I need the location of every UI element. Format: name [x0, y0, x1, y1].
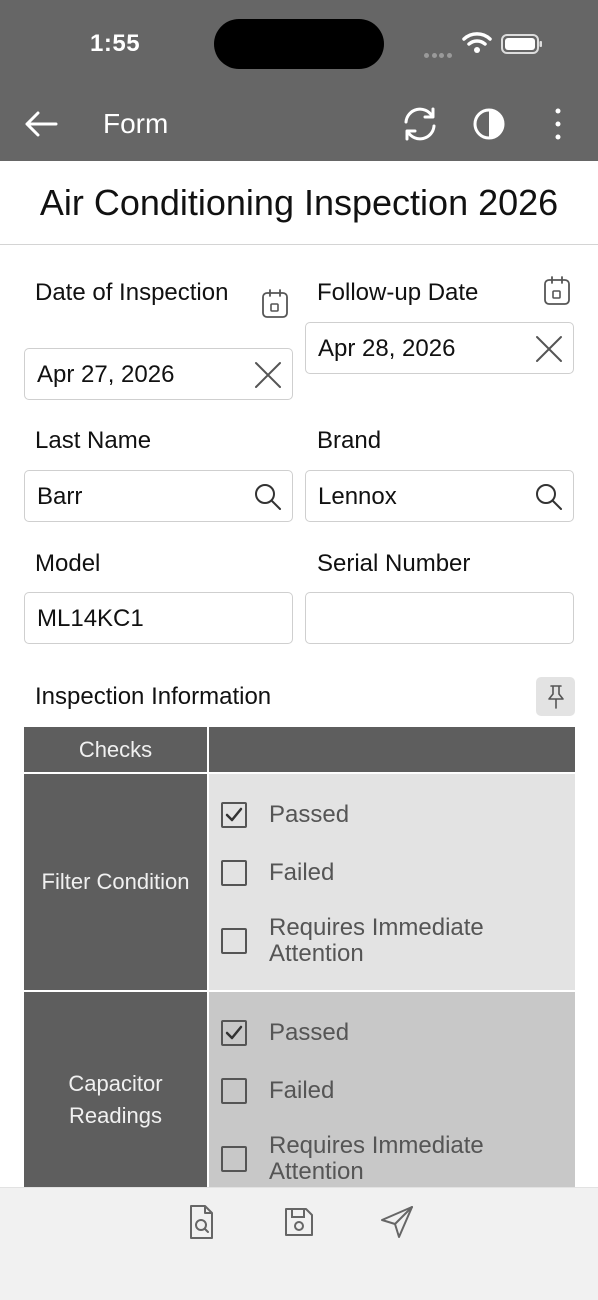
- date-of-inspection-value: Apr 27, 2026: [37, 361, 175, 388]
- search-icon[interactable]: [533, 481, 565, 513]
- clear-icon[interactable]: [252, 359, 284, 391]
- follow-up-date-label: Follow-up Date: [317, 279, 479, 306]
- wifi-icon: [462, 31, 492, 55]
- option-passed[interactable]: Passed: [221, 802, 529, 828]
- clear-icon[interactable]: [533, 333, 565, 365]
- calendar-icon[interactable]: [261, 289, 289, 319]
- filter-condition-options: Passed Failed Requires Immediate Attenti…: [209, 774, 575, 990]
- pin-button[interactable]: [536, 677, 575, 716]
- inspection-section-label: Inspection Information: [35, 683, 272, 710]
- sync-icon: [404, 107, 436, 141]
- cellular-signal-icon: [424, 45, 456, 58]
- option-label: Requires Immediate Attention: [269, 1132, 484, 1185]
- brand-field[interactable]: Lennox: [305, 470, 574, 522]
- follow-up-date-value: Apr 28, 2026: [318, 335, 456, 362]
- sync-button[interactable]: [398, 102, 442, 146]
- model-value: ML14KC1: [37, 605, 144, 632]
- brand-label: Brand: [317, 427, 382, 454]
- option-label: Requires Immediate Attention: [269, 914, 484, 967]
- save-icon: [285, 1208, 313, 1236]
- bottom-toolbar: [0, 1187, 598, 1300]
- option-label: Passed: [269, 801, 350, 828]
- option-label: Failed: [269, 859, 335, 886]
- checkbox-unchecked[interactable]: [221, 860, 247, 886]
- back-button[interactable]: [22, 104, 62, 144]
- more-vertical-icon: [555, 108, 561, 140]
- app-title: Form: [103, 108, 169, 139]
- dynamic-island: [214, 19, 384, 69]
- date-of-inspection-label: Date of Inspection: [35, 279, 229, 306]
- serial-number-field[interactable]: [305, 592, 574, 644]
- send-icon: [381, 1206, 413, 1238]
- back-arrow-icon: [25, 111, 58, 137]
- status-bar: 1:55: [0, 0, 598, 88]
- options-column-header: [209, 727, 575, 772]
- brand-value: Lennox: [318, 483, 397, 510]
- serial-number-label: Serial Number: [317, 550, 471, 577]
- option-requires-immediate-attention[interactable]: Requires Immediate Attention: [221, 1133, 529, 1185]
- option-label: Failed: [269, 1077, 335, 1104]
- preview-button[interactable]: [181, 1202, 221, 1242]
- last-name-field[interactable]: Barr: [24, 470, 293, 522]
- model-field[interactable]: ML14KC1: [24, 592, 293, 644]
- option-passed[interactable]: Passed: [221, 1020, 529, 1046]
- option-label: Passed: [269, 1019, 350, 1046]
- last-name-label: Last Name: [35, 427, 152, 454]
- checks-column-header: Checks: [24, 727, 207, 772]
- pin-icon: [548, 685, 564, 709]
- form-title: Air Conditioning Inspection 2026: [0, 161, 598, 245]
- checkmark-icon: [225, 807, 243, 822]
- row-label-capacitor-readings: Capacitor Readings: [24, 992, 207, 1197]
- more-options-button[interactable]: [540, 102, 576, 146]
- date-of-inspection-field[interactable]: Apr 27, 2026: [24, 348, 293, 400]
- battery-icon: [501, 34, 543, 54]
- checkbox-checked[interactable]: [221, 1020, 247, 1046]
- checkbox-unchecked[interactable]: [221, 1078, 247, 1104]
- checkbox-unchecked[interactable]: [221, 928, 247, 954]
- status-time: 1:55: [90, 30, 141, 57]
- option-failed[interactable]: Failed: [221, 1078, 529, 1104]
- option-failed[interactable]: Failed: [221, 860, 529, 886]
- preview-document-icon: [190, 1205, 213, 1239]
- send-button[interactable]: [377, 1202, 417, 1242]
- search-icon[interactable]: [252, 481, 284, 513]
- save-button[interactable]: [279, 1202, 319, 1242]
- option-requires-immediate-attention[interactable]: Requires Immediate Attention: [221, 915, 529, 967]
- checkbox-unchecked[interactable]: [221, 1146, 247, 1172]
- checkbox-checked[interactable]: [221, 802, 247, 828]
- calendar-icon[interactable]: [543, 276, 571, 306]
- model-label: Model: [35, 550, 101, 577]
- theme-toggle-button[interactable]: [467, 102, 511, 146]
- checkmark-icon: [225, 1025, 243, 1040]
- app-bar: Form: [0, 88, 598, 161]
- capacitor-readings-options: Passed Failed Requires Immediate Attenti…: [209, 992, 575, 1197]
- row-label-filter-condition: Filter Condition: [24, 774, 207, 990]
- contrast-icon: [473, 108, 505, 140]
- inspection-grid: Checks Filter Condition Passed Failed Re…: [24, 727, 575, 1197]
- last-name-value: Barr: [37, 483, 83, 510]
- follow-up-date-field[interactable]: Apr 28, 2026: [305, 322, 574, 374]
